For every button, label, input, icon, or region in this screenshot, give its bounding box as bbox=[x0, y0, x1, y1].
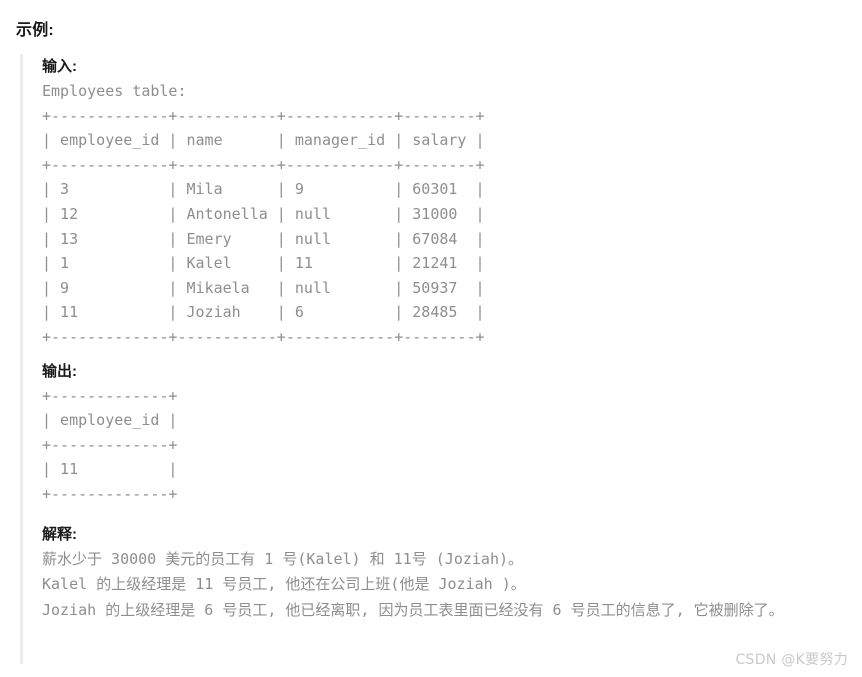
page-title: 示例: bbox=[16, 22, 54, 39]
watermark: CSDN @K要努力 bbox=[735, 652, 848, 668]
explanation-line-3: Joziah 的上级经理是 6 号员工, 他已经离职, 因为员工表里面已经没有 … bbox=[42, 600, 784, 619]
explanation-line-1: 薪水少于 30000 美元的员工有 1 号(Kalel) 和 11号 (Jozi… bbox=[42, 549, 524, 568]
explanation-label: 解释: bbox=[42, 525, 77, 543]
input-table-caption: Employees table: bbox=[42, 82, 187, 100]
example-blockquote: 输入: Employees table: +-------------+----… bbox=[20, 54, 862, 664]
output-ascii-table: +-------------+ | employee_id | +-------… bbox=[42, 386, 178, 503]
explanation-line-2: Kalel 的上级经理是 11 号员工, 他还在公司上班(他是 Joziah )… bbox=[42, 575, 526, 593]
input-label: 输入: bbox=[42, 58, 77, 75]
input-ascii-table: +-------------+-----------+------------+… bbox=[42, 106, 485, 346]
output-label: 输出: bbox=[42, 362, 77, 380]
page-root: 示例: 输入: Employees table: +-------------+… bbox=[0, 0, 862, 668]
